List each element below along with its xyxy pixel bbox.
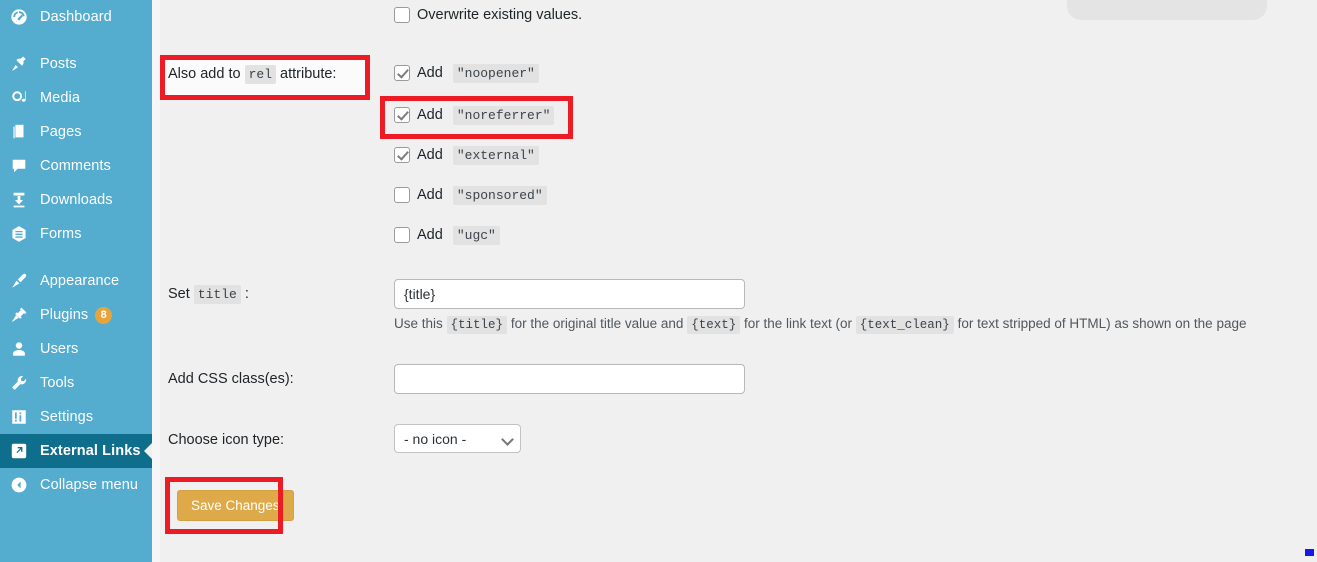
sidebar-item-plugins[interactable]: Plugins 8 bbox=[0, 298, 152, 332]
sidebar-item-label: Collapse menu bbox=[40, 477, 139, 493]
sidebar-separator bbox=[0, 34, 152, 47]
title-field-label: Set title : bbox=[168, 285, 249, 304]
sidebar-separator bbox=[0, 251, 152, 264]
external-link-icon bbox=[9, 441, 29, 461]
sidebar-item-tools[interactable]: Tools bbox=[0, 366, 152, 400]
rel-noopener-checkbox[interactable] bbox=[394, 65, 410, 81]
collapse-icon bbox=[9, 475, 29, 495]
sidebar-item-label: Media bbox=[40, 90, 80, 106]
rel-noreferrer-value: "noreferrer" bbox=[452, 106, 555, 125]
title-help-text: Use this {title} for the original title … bbox=[394, 316, 1247, 334]
sidebar-item-label: Posts bbox=[40, 56, 77, 72]
rel-option-ugc-row[interactable]: Add "ugc" bbox=[394, 226, 500, 245]
admin-sidebar: Dashboard Posts Media Pages Comments Dow… bbox=[0, 0, 153, 562]
sidebar-item-comments[interactable]: Comments bbox=[0, 149, 152, 183]
title-input[interactable] bbox=[394, 279, 745, 309]
sidebar-item-label: Comments bbox=[40, 158, 111, 174]
icon-type-select-wrap[interactable]: - no icon - bbox=[394, 424, 521, 453]
sidebar-item-forms[interactable]: Forms bbox=[0, 217, 152, 251]
rel-attribute-label: Also add to rel attribute: bbox=[168, 65, 337, 84]
cursor-marker bbox=[1305, 549, 1314, 556]
rel-ugc-value: "ugc" bbox=[452, 226, 500, 245]
overwrite-checkbox[interactable] bbox=[394, 7, 410, 23]
rel-ugc-checkbox[interactable] bbox=[394, 227, 410, 243]
sidebar-item-collapse-menu[interactable]: Collapse menu bbox=[0, 468, 152, 502]
media-icon bbox=[9, 88, 29, 108]
user-icon bbox=[9, 339, 29, 359]
sidebar-item-label: Downloads bbox=[40, 192, 113, 208]
help-code-title: {title} bbox=[446, 316, 508, 334]
wrench-icon bbox=[9, 373, 29, 393]
css-classes-input[interactable] bbox=[394, 364, 745, 394]
sidebar-item-downloads[interactable]: Downloads bbox=[0, 183, 152, 217]
rel-external-value: "external" bbox=[452, 146, 539, 165]
sidebar-item-pages[interactable]: Pages bbox=[0, 115, 152, 149]
rel-noreferrer-prefix: Add bbox=[417, 107, 443, 123]
rel-ugc-prefix: Add bbox=[417, 227, 443, 243]
sidebar-item-users[interactable]: Users bbox=[0, 332, 152, 366]
sidebar-item-label: Appearance bbox=[40, 273, 120, 289]
pin-icon bbox=[9, 54, 29, 74]
brush-icon bbox=[9, 271, 29, 291]
overwrite-label: Overwrite existing values. bbox=[417, 7, 583, 23]
icon-type-label: Choose icon type: bbox=[168, 432, 285, 448]
sidebar-item-posts[interactable]: Posts bbox=[0, 47, 152, 81]
sidebar-item-external-links[interactable]: External Links bbox=[0, 434, 153, 468]
icon-type-select[interactable]: - no icon - bbox=[394, 424, 521, 453]
comment-icon bbox=[9, 156, 29, 176]
rel-option-noreferrer-row[interactable]: Add "noreferrer" bbox=[394, 106, 555, 125]
rel-noopener-prefix: Add bbox=[417, 65, 443, 81]
download-icon bbox=[9, 190, 29, 210]
help-part2: for the original title value and bbox=[510, 316, 684, 331]
sidebar-item-label: Users bbox=[40, 341, 79, 357]
help-code-text-clean: {text_clean} bbox=[855, 316, 954, 334]
help-part1: Use this bbox=[394, 316, 443, 331]
css-classes-label: Add CSS class(es): bbox=[168, 371, 294, 387]
plugins-update-badge: 8 bbox=[95, 306, 113, 324]
top-panel-remnant bbox=[1067, 0, 1267, 20]
rel-option-sponsored-row[interactable]: Add "sponsored" bbox=[394, 186, 547, 205]
rel-sponsored-prefix: Add bbox=[417, 187, 443, 203]
plug-icon bbox=[9, 305, 29, 325]
sidebar-item-label: Tools bbox=[40, 375, 75, 391]
rel-option-noopener-row[interactable]: Add "noopener" bbox=[394, 64, 539, 83]
rel-sponsored-checkbox[interactable] bbox=[394, 187, 410, 203]
settings-icon bbox=[9, 407, 29, 427]
sidebar-item-label: Forms bbox=[40, 226, 82, 242]
rel-sponsored-value: "sponsored" bbox=[452, 186, 547, 205]
help-part4: for text stripped of HTML) as shown on t… bbox=[957, 316, 1247, 331]
sidebar-item-label: External Links bbox=[40, 443, 141, 459]
forms-icon bbox=[9, 224, 29, 244]
sidebar-item-dashboard[interactable]: Dashboard bbox=[0, 0, 152, 34]
rel-external-prefix: Add bbox=[417, 147, 443, 163]
help-part3: for the link text (or bbox=[743, 316, 853, 331]
sidebar-item-label: Settings bbox=[40, 409, 94, 425]
pages-icon bbox=[9, 122, 29, 142]
rel-label-prefix: Also add to bbox=[168, 66, 241, 82]
sidebar-item-settings[interactable]: Settings bbox=[0, 400, 152, 434]
dashboard-icon bbox=[9, 7, 29, 27]
overwrite-existing-values-row[interactable]: Overwrite existing values. bbox=[394, 7, 582, 23]
content-left-strip bbox=[152, 0, 160, 562]
title-label-prefix: Set bbox=[168, 286, 190, 302]
rel-label-code: rel bbox=[244, 65, 276, 84]
sidebar-item-appearance[interactable]: Appearance bbox=[0, 264, 152, 298]
rel-label-suffix: attribute: bbox=[280, 66, 337, 82]
save-changes-button[interactable]: Save Changes bbox=[177, 490, 294, 521]
title-label-suffix: : bbox=[244, 286, 249, 302]
help-code-text: {text} bbox=[687, 316, 741, 334]
sidebar-item-label: Dashboard bbox=[40, 9, 112, 25]
title-label-code: title bbox=[193, 285, 241, 304]
sidebar-item-label: Pages bbox=[40, 124, 82, 140]
settings-content: Overwrite existing values. Also add to r… bbox=[152, 0, 1317, 562]
app-root: Dashboard Posts Media Pages Comments Dow… bbox=[0, 0, 1317, 562]
sidebar-item-media[interactable]: Media bbox=[0, 81, 152, 115]
rel-external-checkbox[interactable] bbox=[394, 147, 410, 163]
rel-noreferrer-checkbox[interactable] bbox=[394, 107, 410, 123]
sidebar-item-label: Plugins bbox=[40, 307, 89, 323]
rel-option-external-row[interactable]: Add "external" bbox=[394, 146, 539, 165]
rel-noopener-value: "noopener" bbox=[452, 64, 539, 83]
